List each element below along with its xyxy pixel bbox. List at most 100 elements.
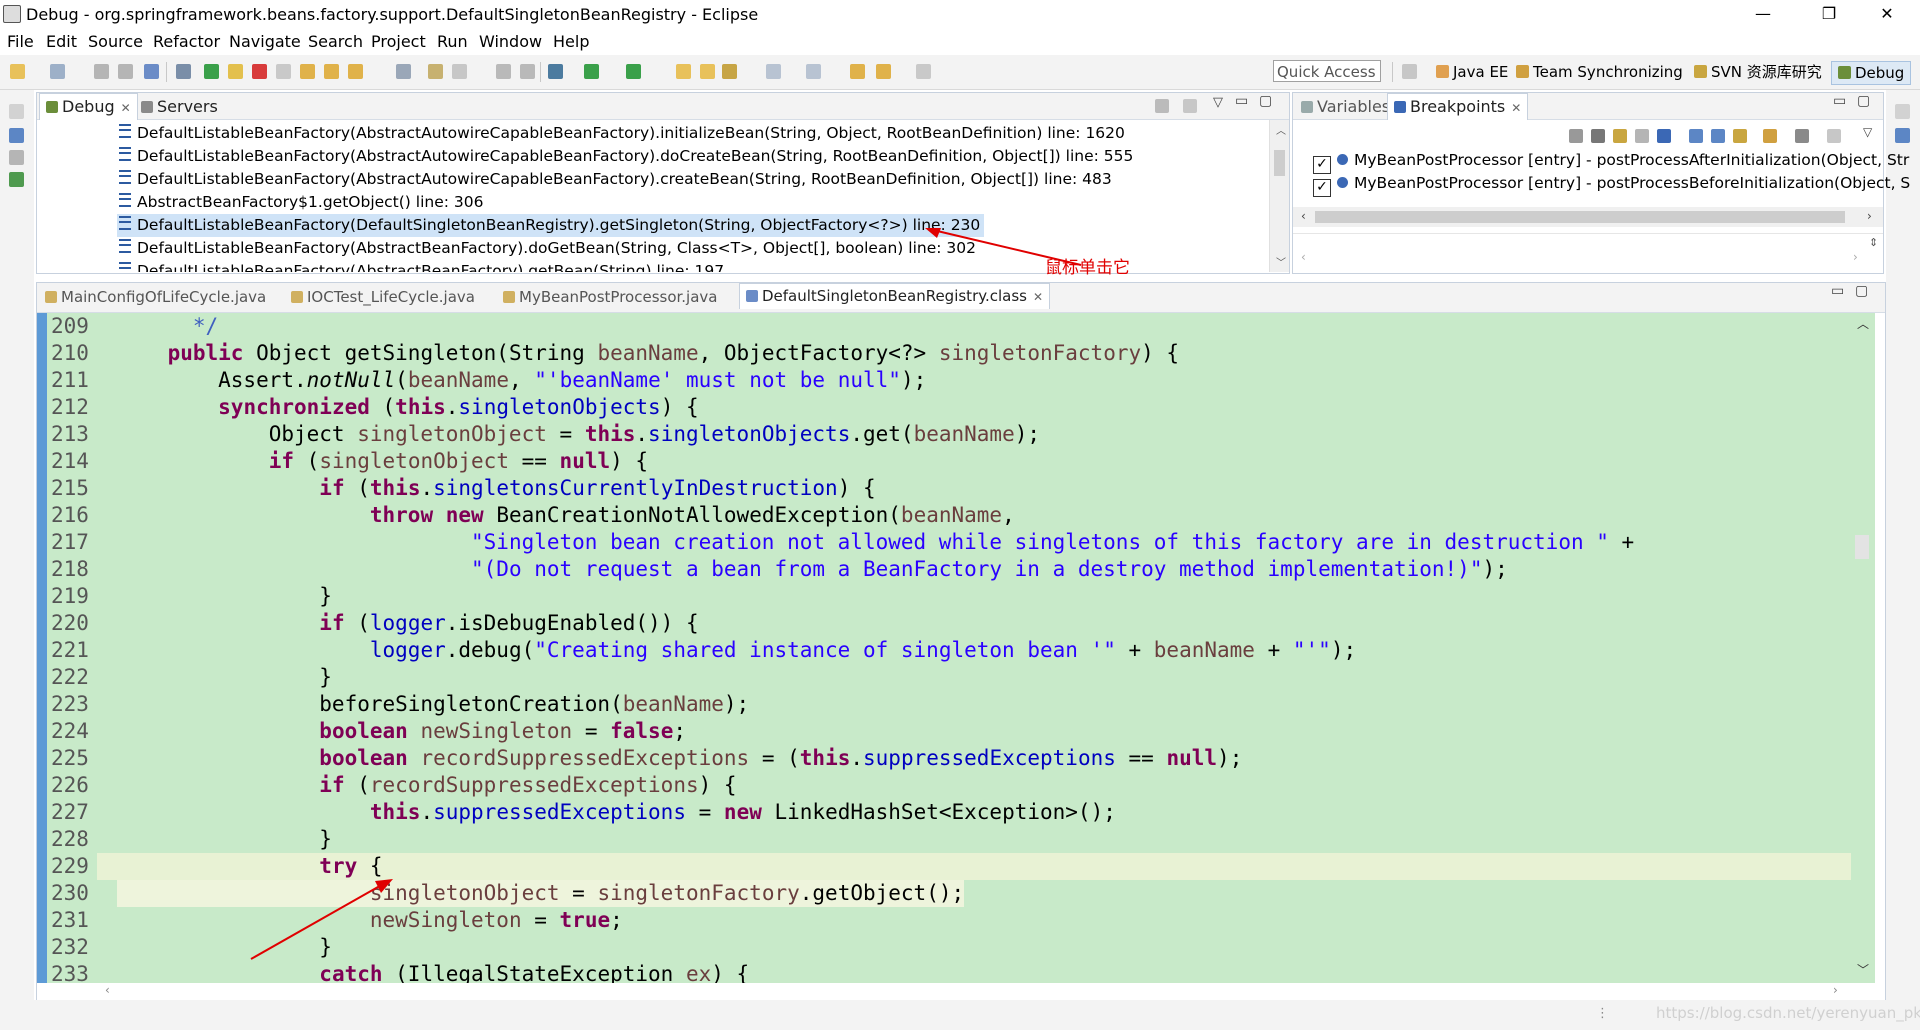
scrollbar-thumb[interactable] bbox=[1315, 211, 1845, 223]
outline-icon[interactable] bbox=[9, 150, 24, 165]
use-step-filters-icon[interactable] bbox=[396, 64, 411, 79]
tool-icon[interactable] bbox=[1795, 129, 1809, 143]
suspend-icon[interactable] bbox=[228, 64, 243, 79]
perspective-svn[interactable]: SVN 资源库研究 bbox=[1694, 61, 1822, 83]
view-menu-icon[interactable] bbox=[1183, 99, 1197, 113]
chevron-down-icon[interactable]: ▽ bbox=[1863, 125, 1872, 139]
restore-icon[interactable] bbox=[9, 104, 24, 119]
tab-mainconfig[interactable]: MainConfigOfLifeCycle.java bbox=[45, 288, 266, 306]
menu-edit[interactable]: Edit bbox=[46, 32, 77, 51]
chevron-down-icon[interactable]: ﹀ bbox=[1276, 254, 1286, 269]
restore-button[interactable]: ❐ bbox=[1806, 2, 1852, 26]
breakpoint-item[interactable]: ✓ MyBeanPostProcessor [entry] - postProce… bbox=[1313, 149, 1909, 174]
maximize-view-icon[interactable]: ▢ bbox=[1259, 93, 1272, 109]
step-return-icon[interactable] bbox=[348, 64, 363, 79]
terminate-icon[interactable] bbox=[252, 64, 267, 79]
expand-all-icon[interactable] bbox=[1689, 129, 1703, 143]
stack-frame[interactable]: AbstractBeanFactory$1.getObject() line: … bbox=[119, 191, 484, 214]
tab-mybeanpostprocessor[interactable]: MyBeanPostProcessor.java bbox=[503, 288, 718, 306]
view-menu-icon[interactable] bbox=[1827, 129, 1841, 143]
chevron-up-icon[interactable]: ︿ bbox=[1276, 122, 1286, 137]
next-annotation-icon[interactable] bbox=[766, 64, 781, 79]
perspective-java-ee[interactable]: Java EE bbox=[1436, 61, 1508, 83]
remove-breakpoint-icon[interactable] bbox=[1569, 129, 1583, 143]
restore-icon[interactable] bbox=[1895, 104, 1910, 119]
code-editor[interactable]: 209 210 211 212 213 214 215 216 217 218 … bbox=[37, 313, 1875, 983]
vertical-scrollbar[interactable]: ︿ ﹀ bbox=[1269, 120, 1289, 272]
new-icon[interactable] bbox=[10, 64, 25, 79]
vertical-scrollbar[interactable]: ︿ ﹀ bbox=[1851, 313, 1875, 983]
chevron-right-icon[interactable]: › bbox=[1853, 250, 1858, 264]
save-icon[interactable] bbox=[94, 64, 109, 79]
java-exception-icon[interactable] bbox=[1763, 129, 1777, 143]
close-icon[interactable]: ✕ bbox=[1511, 101, 1521, 115]
checkbox[interactable]: ✓ bbox=[1313, 179, 1331, 197]
chevron-down-icon[interactable]: ▽ bbox=[1213, 95, 1223, 110]
tool-icon[interactable] bbox=[496, 64, 511, 79]
stack-frame[interactable]: DefaultListableBeanFactory(AbstractBeanF… bbox=[119, 237, 976, 260]
chevron-left-icon[interactable]: ‹ bbox=[105, 983, 110, 997]
chevron-right-icon[interactable]: › bbox=[1833, 983, 1838, 997]
go-to-file-icon[interactable] bbox=[1635, 129, 1649, 143]
close-icon[interactable]: ✕ bbox=[121, 101, 131, 115]
minimize-view-icon[interactable]: ▭ bbox=[1833, 93, 1846, 109]
chevron-left-icon[interactable]: ‹ bbox=[1301, 209, 1306, 223]
external-tools-icon[interactable] bbox=[626, 64, 641, 79]
chevron-up-down-icon[interactable]: ⇕ bbox=[1869, 236, 1878, 249]
perspective-team-sync[interactable]: Team Synchronizing bbox=[1516, 61, 1683, 83]
collapse-all-icon[interactable] bbox=[1711, 129, 1725, 143]
prev-annotation-icon[interactable] bbox=[806, 64, 821, 79]
stack-frame[interactable]: DefaultListableBeanFactory(AbstractAutow… bbox=[119, 145, 1133, 168]
new-file-icon[interactable] bbox=[50, 64, 65, 79]
outline-view-icon[interactable] bbox=[1895, 128, 1910, 143]
disconnect-icon[interactable] bbox=[276, 64, 291, 79]
menu-source[interactable]: Source bbox=[88, 32, 143, 51]
tab-debug[interactable]: Debug ✕ bbox=[39, 93, 138, 120]
chevron-up-icon[interactable]: ︿ bbox=[1857, 315, 1869, 332]
stack-frame[interactable]: DefaultListableBeanFactory(AbstractBeanF… bbox=[119, 260, 724, 272]
open-perspective-icon[interactable] bbox=[1402, 64, 1417, 79]
scrollbar-thumb[interactable] bbox=[1274, 150, 1285, 176]
tool-icon[interactable] bbox=[428, 64, 443, 79]
tab-servers[interactable]: Servers bbox=[141, 97, 218, 116]
skip-all-icon[interactable] bbox=[1657, 129, 1671, 143]
menu-navigate[interactable]: Navigate bbox=[229, 32, 301, 51]
link-icon[interactable] bbox=[1733, 129, 1747, 143]
tab-defaultsingletonbeanregistry[interactable]: DefaultSingletonBeanRegistry.class ✕ bbox=[739, 283, 1051, 309]
stack-frame[interactable]: DefaultListableBeanFactory(AbstractAutow… bbox=[119, 168, 1112, 191]
remove-all-icon[interactable] bbox=[1591, 129, 1605, 143]
tab-breakpoints[interactable]: Breakpoints ✕ bbox=[1387, 93, 1529, 120]
perspective-debug[interactable]: Debug bbox=[1831, 61, 1912, 85]
step-over-icon[interactable] bbox=[324, 64, 339, 79]
chevron-right-icon[interactable]: › bbox=[1867, 209, 1872, 223]
breakpoint-item[interactable]: ✓ MyBeanPostProcessor [entry] - postProce… bbox=[1313, 172, 1910, 197]
menu-project[interactable]: Project bbox=[371, 32, 426, 51]
project-explorer-icon[interactable] bbox=[9, 128, 24, 143]
navigate-icon[interactable] bbox=[916, 64, 931, 79]
stack-frame[interactable]: DefaultListableBeanFactory(AbstractAutow… bbox=[119, 122, 1125, 145]
quick-access-input[interactable]: Quick Access bbox=[1273, 60, 1381, 82]
stack-frame-selected[interactable]: DefaultListableBeanFactory(DefaultSingle… bbox=[117, 214, 985, 237]
close-button[interactable]: ✕ bbox=[1864, 2, 1910, 26]
forward-icon[interactable] bbox=[876, 64, 891, 79]
open-type-icon[interactable] bbox=[676, 64, 691, 79]
horizontal-scrollbar[interactable]: ‹ › bbox=[37, 983, 1875, 999]
debug-as-icon[interactable] bbox=[548, 64, 563, 79]
minimize-button[interactable]: — bbox=[1740, 2, 1786, 26]
chevron-down-icon[interactable]: ﹀ bbox=[1857, 961, 1869, 978]
search-icon[interactable] bbox=[722, 64, 737, 79]
scrollbar-thumb[interactable] bbox=[1855, 535, 1869, 559]
console-icon[interactable] bbox=[9, 172, 24, 187]
menu-help[interactable]: Help bbox=[553, 32, 589, 51]
menu-run[interactable]: Run bbox=[437, 32, 468, 51]
chevron-left-icon[interactable]: ‹ bbox=[1301, 250, 1306, 264]
menu-refactor[interactable]: Refactor bbox=[153, 32, 220, 51]
tab-ioctest[interactable]: IOCTest_LifeCycle.java bbox=[291, 288, 475, 306]
run-as-icon[interactable] bbox=[584, 64, 599, 79]
horizontal-scrollbar[interactable]: ‹ › bbox=[1293, 207, 1883, 227]
tab-variables[interactable]: Variables bbox=[1301, 97, 1390, 116]
maximize-view-icon[interactable]: ▢ bbox=[1857, 93, 1870, 109]
step-into-icon[interactable] bbox=[300, 64, 315, 79]
skip-breakpoints-icon[interactable] bbox=[176, 64, 191, 79]
menu-window[interactable]: Window bbox=[479, 32, 542, 51]
